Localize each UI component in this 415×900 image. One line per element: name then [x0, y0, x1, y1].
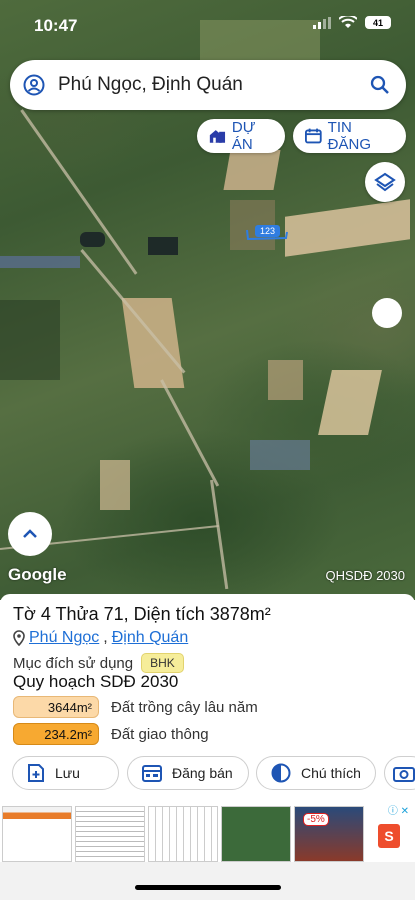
add-bookmark-icon	[28, 764, 44, 782]
map-field	[285, 199, 410, 257]
save-label: Lưu	[55, 765, 80, 781]
plan-row: 234.2m² Đất giao thông	[13, 723, 209, 745]
camera-add-icon	[393, 767, 415, 782]
search-input[interactable]: Phú Ngọc, Định Quán	[58, 74, 354, 96]
map-water	[80, 232, 105, 247]
location-row: Phú Ngọc , Định Quán	[13, 629, 188, 647]
ad-thumbnail[interactable]	[148, 806, 218, 862]
home-indicator[interactable]	[135, 885, 281, 890]
signal-icon	[313, 16, 331, 29]
map-road	[160, 379, 220, 487]
listing-icon	[305, 128, 322, 144]
location-marker[interactable]	[372, 298, 402, 328]
bottom-safe-area	[0, 862, 415, 900]
map-solar	[0, 256, 80, 268]
plan-title: Quy hoạch SDĐ 2030	[13, 672, 179, 691]
plan-label: Đất trồng cây lâu năm	[111, 698, 258, 716]
lot-prefix: Thửa	[55, 604, 99, 624]
camera-button[interactable]	[384, 756, 415, 790]
calendar-icon	[142, 765, 162, 782]
chevron-up-icon	[23, 529, 37, 538]
map-field	[0, 300, 60, 380]
sheet-prefix: Tờ	[13, 604, 36, 624]
save-button[interactable]: Lưu	[12, 756, 119, 790]
plan-area-chip: 3644m²	[13, 696, 99, 718]
lot-number: 71,	[103, 604, 129, 624]
tin-dang-button[interactable]: TIN ĐĂNG	[293, 119, 406, 153]
purpose-badge: BHK	[141, 653, 184, 673]
ad-thumbnail[interactable]	[75, 806, 145, 862]
ad-discount: -5%	[303, 813, 329, 826]
du-an-button[interactable]: DỰ ÁN	[197, 119, 285, 153]
account-icon[interactable]	[10, 74, 58, 96]
purpose-row: Mục đích sử dụng BHK	[13, 653, 184, 673]
ad-thumbnail[interactable]: -5%	[294, 806, 364, 862]
status-icons: 41	[313, 16, 391, 29]
expand-up-button[interactable]	[8, 512, 52, 556]
post-sale-label: Đăng bán	[172, 765, 233, 781]
comma-separator: ,	[103, 629, 108, 646]
ad-thumbnail[interactable]	[221, 806, 291, 862]
search-icon[interactable]	[354, 75, 406, 95]
plan-label: Đất giao thông	[111, 725, 209, 743]
contrast-icon	[271, 763, 291, 783]
plan-row: 3644m² Đất trồng cây lâu năm	[13, 696, 258, 718]
status-time: 10:47	[34, 16, 78, 35]
du-an-label: DỰ ÁN	[231, 119, 256, 153]
tin-dang-label: TIN ĐĂNG	[327, 119, 371, 153]
map-layer-code: QHSDĐ 2030	[325, 568, 405, 583]
map-field	[223, 150, 281, 190]
map-solar	[250, 440, 310, 470]
map-field	[318, 370, 382, 435]
ad-thumbnail[interactable]	[2, 806, 72, 862]
shopee-logo: S	[378, 824, 400, 848]
google-logo: Google	[8, 565, 67, 584]
building-icon	[209, 130, 226, 143]
legend-button[interactable]: Chú thích	[256, 756, 376, 790]
wifi-icon	[339, 16, 357, 28]
ad-banner[interactable]: -5% S ⓘ ✕	[0, 800, 415, 862]
plan-area-chip: 234.2m²	[13, 723, 99, 745]
map-road	[210, 479, 229, 590]
area-prefix: Diện tích	[133, 604, 205, 624]
commune-link[interactable]: Phú Ngọc	[29, 629, 99, 647]
post-sale-button[interactable]: Đăng bán	[127, 756, 249, 790]
battery-icon: 41	[365, 16, 391, 29]
action-buttons: Lưu Đăng bán Chú thích	[0, 756, 415, 792]
parcel-area: 3878m²	[209, 604, 271, 624]
map-field	[268, 360, 303, 400]
purpose-label: Mục đích sử dụng	[13, 654, 134, 672]
map-water	[148, 237, 178, 255]
map-field	[100, 460, 130, 510]
ad-info-close-icon[interactable]: ⓘ ✕	[388, 802, 409, 817]
map-road	[20, 109, 138, 275]
search-bar[interactable]: Phú Ngọc, Định Quán	[10, 60, 406, 110]
map-pin-icon	[13, 630, 25, 646]
layers-icon	[374, 172, 396, 192]
sheet-number: 4	[40, 604, 51, 624]
legend-label: Chú thích	[301, 765, 361, 781]
layers-button[interactable]	[365, 162, 405, 202]
parcel-title: Tờ 4 Thửa 71, Diện tích 3878m²	[13, 604, 271, 625]
district-link[interactable]: Định Quán	[112, 629, 189, 647]
status-bar: 10:47 41	[0, 0, 415, 52]
parcel-number-label: 123	[255, 225, 281, 237]
